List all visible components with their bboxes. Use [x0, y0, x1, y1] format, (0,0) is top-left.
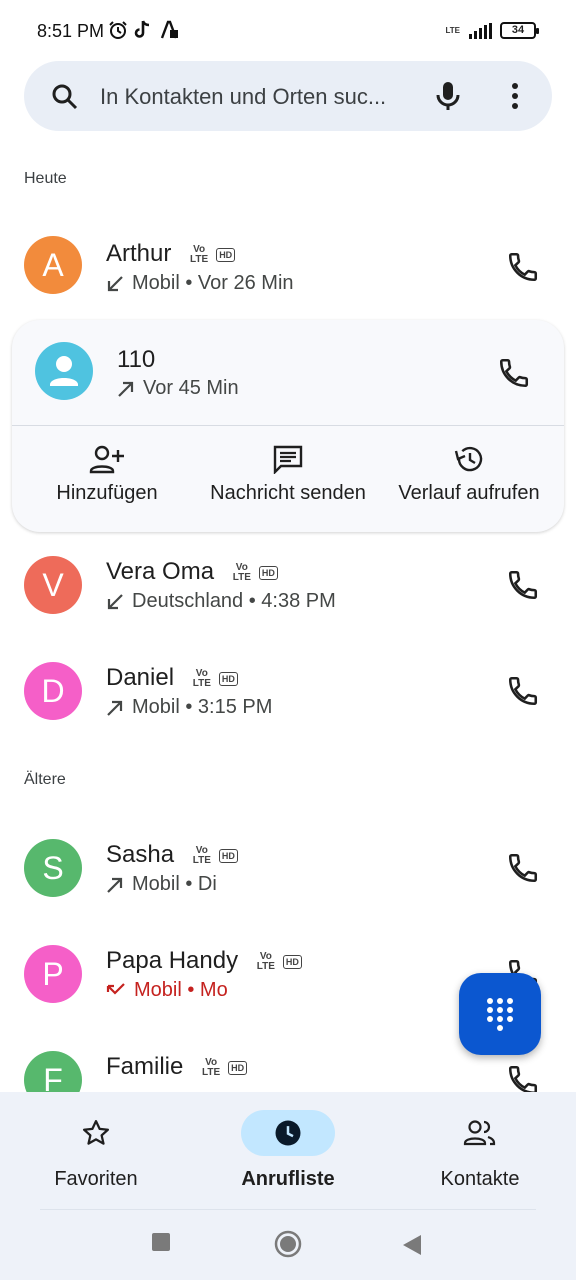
contact-name: 110 [117, 346, 156, 373]
tab-recents[interactable]: Anrufliste [213, 1110, 363, 1191]
divider [12, 425, 564, 426]
outgoing-call-icon [107, 877, 123, 893]
missed-call-icon [106, 982, 125, 995]
outgoing-call-icon [118, 381, 134, 397]
status-time: 8:51 PM [37, 21, 105, 41]
clock-icon [275, 1120, 301, 1146]
hd-icon: HD [228, 1060, 248, 1075]
volte-icon: Vo LTE [202, 1056, 221, 1078]
home-circle-icon[interactable] [274, 1230, 302, 1258]
add-person-icon [89, 445, 124, 474]
call-history-button[interactable]: Verlauf aufrufen [390, 444, 548, 505]
contact-name: Daniel [106, 664, 175, 691]
add-contact-button[interactable]: Hinzufügen [40, 444, 174, 505]
section-header-today: Heute [24, 170, 67, 187]
more-options-icon[interactable] [502, 82, 528, 110]
call-detail: Vor 45 Min [143, 377, 239, 399]
hd-icon: HD [216, 247, 236, 262]
call-detail: Mobil • 3:15 PM [132, 696, 273, 718]
tab-contacts[interactable]: Kontakte [405, 1110, 555, 1191]
search-bar[interactable]: In Kontakten und Orten suc... [24, 61, 552, 131]
call-icon[interactable] [497, 356, 531, 390]
volte-icon: Vo LTE [192, 667, 211, 689]
contacts-icon [463, 1120, 496, 1146]
avatar: S [24, 839, 82, 897]
call-icon[interactable] [506, 851, 540, 885]
message-icon [273, 445, 303, 474]
call-detail: Mobil • Mo [134, 979, 228, 1001]
send-message-button[interactable]: Nachricht senden [198, 444, 378, 505]
battery-icon: 34 [500, 22, 539, 39]
person-icon [50, 356, 78, 386]
contact-name: Arthur [106, 240, 172, 267]
avatar: P [24, 945, 82, 1003]
search-input[interactable]: In Kontakten und Orten suc... [100, 84, 410, 110]
call-detail: Mobil • Vor 26 Min [132, 272, 294, 294]
section-header-older: Ältere [24, 771, 66, 788]
volte-icon: Vo LTE [232, 561, 251, 583]
recents-square-icon[interactable] [151, 1232, 171, 1252]
alarm-icon [109, 21, 127, 39]
contact-name: Familie [106, 1053, 184, 1080]
dialpad-icon [487, 998, 513, 1031]
contact-name: Sasha [106, 841, 175, 868]
call-detail: Mobil • Di [132, 873, 217, 895]
star-icon [83, 1120, 109, 1145]
call-row[interactable]: D Daniel Vo LTE HD Mobil • 3:15 PM [0, 642, 576, 742]
hd-icon: HD [258, 565, 278, 580]
volte-icon: Vo LTE [190, 243, 209, 265]
signal-icon [469, 22, 492, 39]
tiktok-icon [134, 20, 150, 38]
contact-name: Vera Oma [106, 558, 215, 585]
hd-icon: HD [282, 954, 302, 969]
avatar: A [24, 236, 82, 294]
volte-icon: Vo LTE [192, 844, 211, 866]
incoming-call-icon [107, 593, 123, 609]
call-icon[interactable] [506, 250, 540, 284]
outgoing-call-icon [107, 700, 123, 716]
avatar [35, 342, 93, 400]
avatar: D [24, 662, 82, 720]
tab-favorites[interactable]: Favoriten [21, 1110, 171, 1191]
hd-icon: HD [218, 671, 238, 686]
status-bar: 8:51 PM LTE 34 [0, 0, 576, 60]
avatar: V [24, 556, 82, 614]
call-detail: Deutschland • 4:38 PM [132, 590, 336, 612]
call-row[interactable]: S Sasha Vo LTE HD Mobil • Di [0, 819, 576, 919]
hd-icon: HD [218, 848, 238, 863]
call-icon[interactable] [506, 568, 540, 602]
dialpad-button[interactable] [459, 973, 541, 1055]
volte-icon: Vo LTE [256, 950, 275, 972]
network-type: LTE [445, 26, 460, 35]
call-row[interactable]: V Vera Oma Vo LTE HD Deutschland • 4:38 P… [0, 536, 576, 636]
expanded-call-card[interactable]: 110 Vor 45 Min Hinzufügen Nachricht send… [12, 320, 564, 532]
history-icon [454, 446, 483, 472]
app-notification-icon [160, 20, 178, 39]
nav-divider [40, 1209, 536, 1210]
back-triangle-icon[interactable] [402, 1234, 422, 1256]
incoming-call-icon [107, 275, 123, 291]
call-row[interactable]: A Arthur Vo LTE HD Mobil • Vor 26 Min [0, 216, 576, 316]
search-icon[interactable] [51, 83, 79, 111]
call-icon[interactable] [506, 674, 540, 708]
contact-name: Papa Handy [106, 947, 239, 974]
microphone-icon[interactable] [434, 80, 462, 112]
